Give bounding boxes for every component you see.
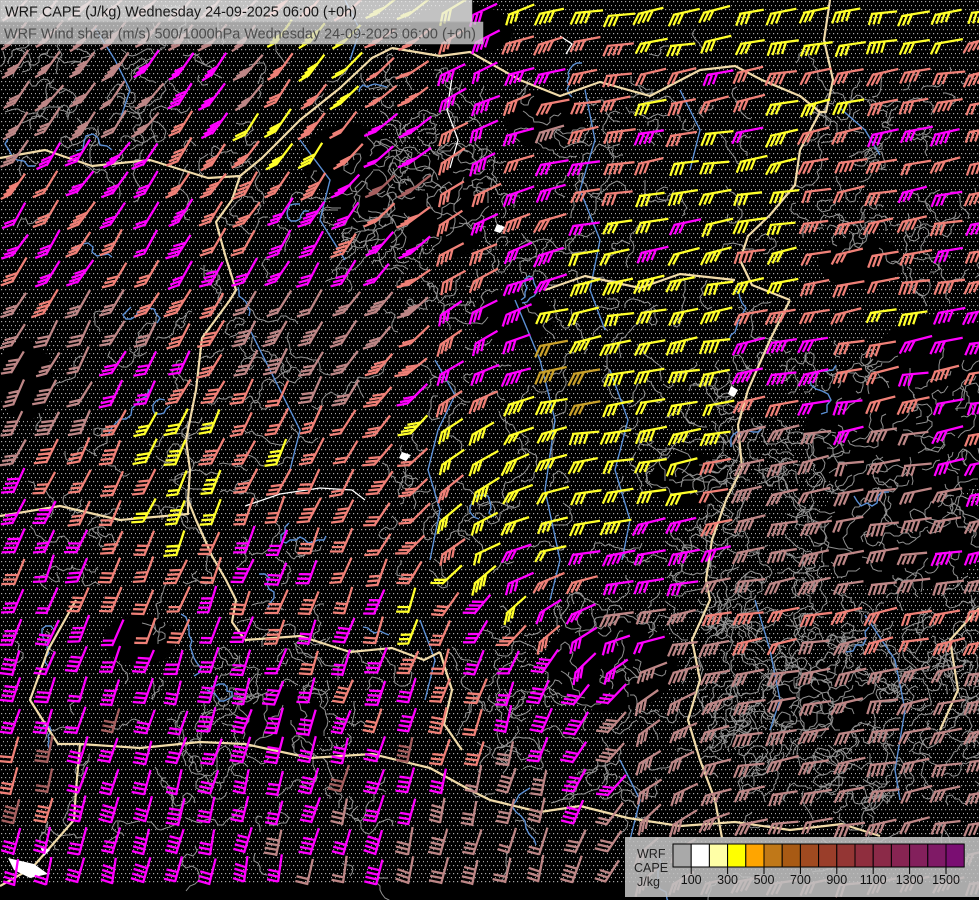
svg-text:500: 500	[754, 873, 775, 887]
svg-text:WRF Wind shear (m/s) 500/1000h: WRF Wind shear (m/s) 500/1000hPa Wednesd…	[4, 27, 476, 43]
svg-text:100: 100	[681, 873, 702, 887]
svg-text:300: 300	[717, 873, 738, 887]
svg-text:1100: 1100	[860, 873, 887, 887]
svg-text:WRF: WRF	[637, 847, 666, 861]
svg-text:CAPE: CAPE	[634, 861, 668, 875]
svg-text:700: 700	[790, 873, 811, 887]
svg-text:1500: 1500	[932, 873, 960, 887]
svg-text:WRF CAPE (J/kg) Wednesday 24-0: WRF CAPE (J/kg) Wednesday 24-09-2025 06:…	[5, 4, 357, 21]
svg-text:J/kg: J/kg	[637, 875, 660, 889]
svg-text:900: 900	[826, 873, 847, 887]
svg-text:1300: 1300	[896, 873, 924, 887]
